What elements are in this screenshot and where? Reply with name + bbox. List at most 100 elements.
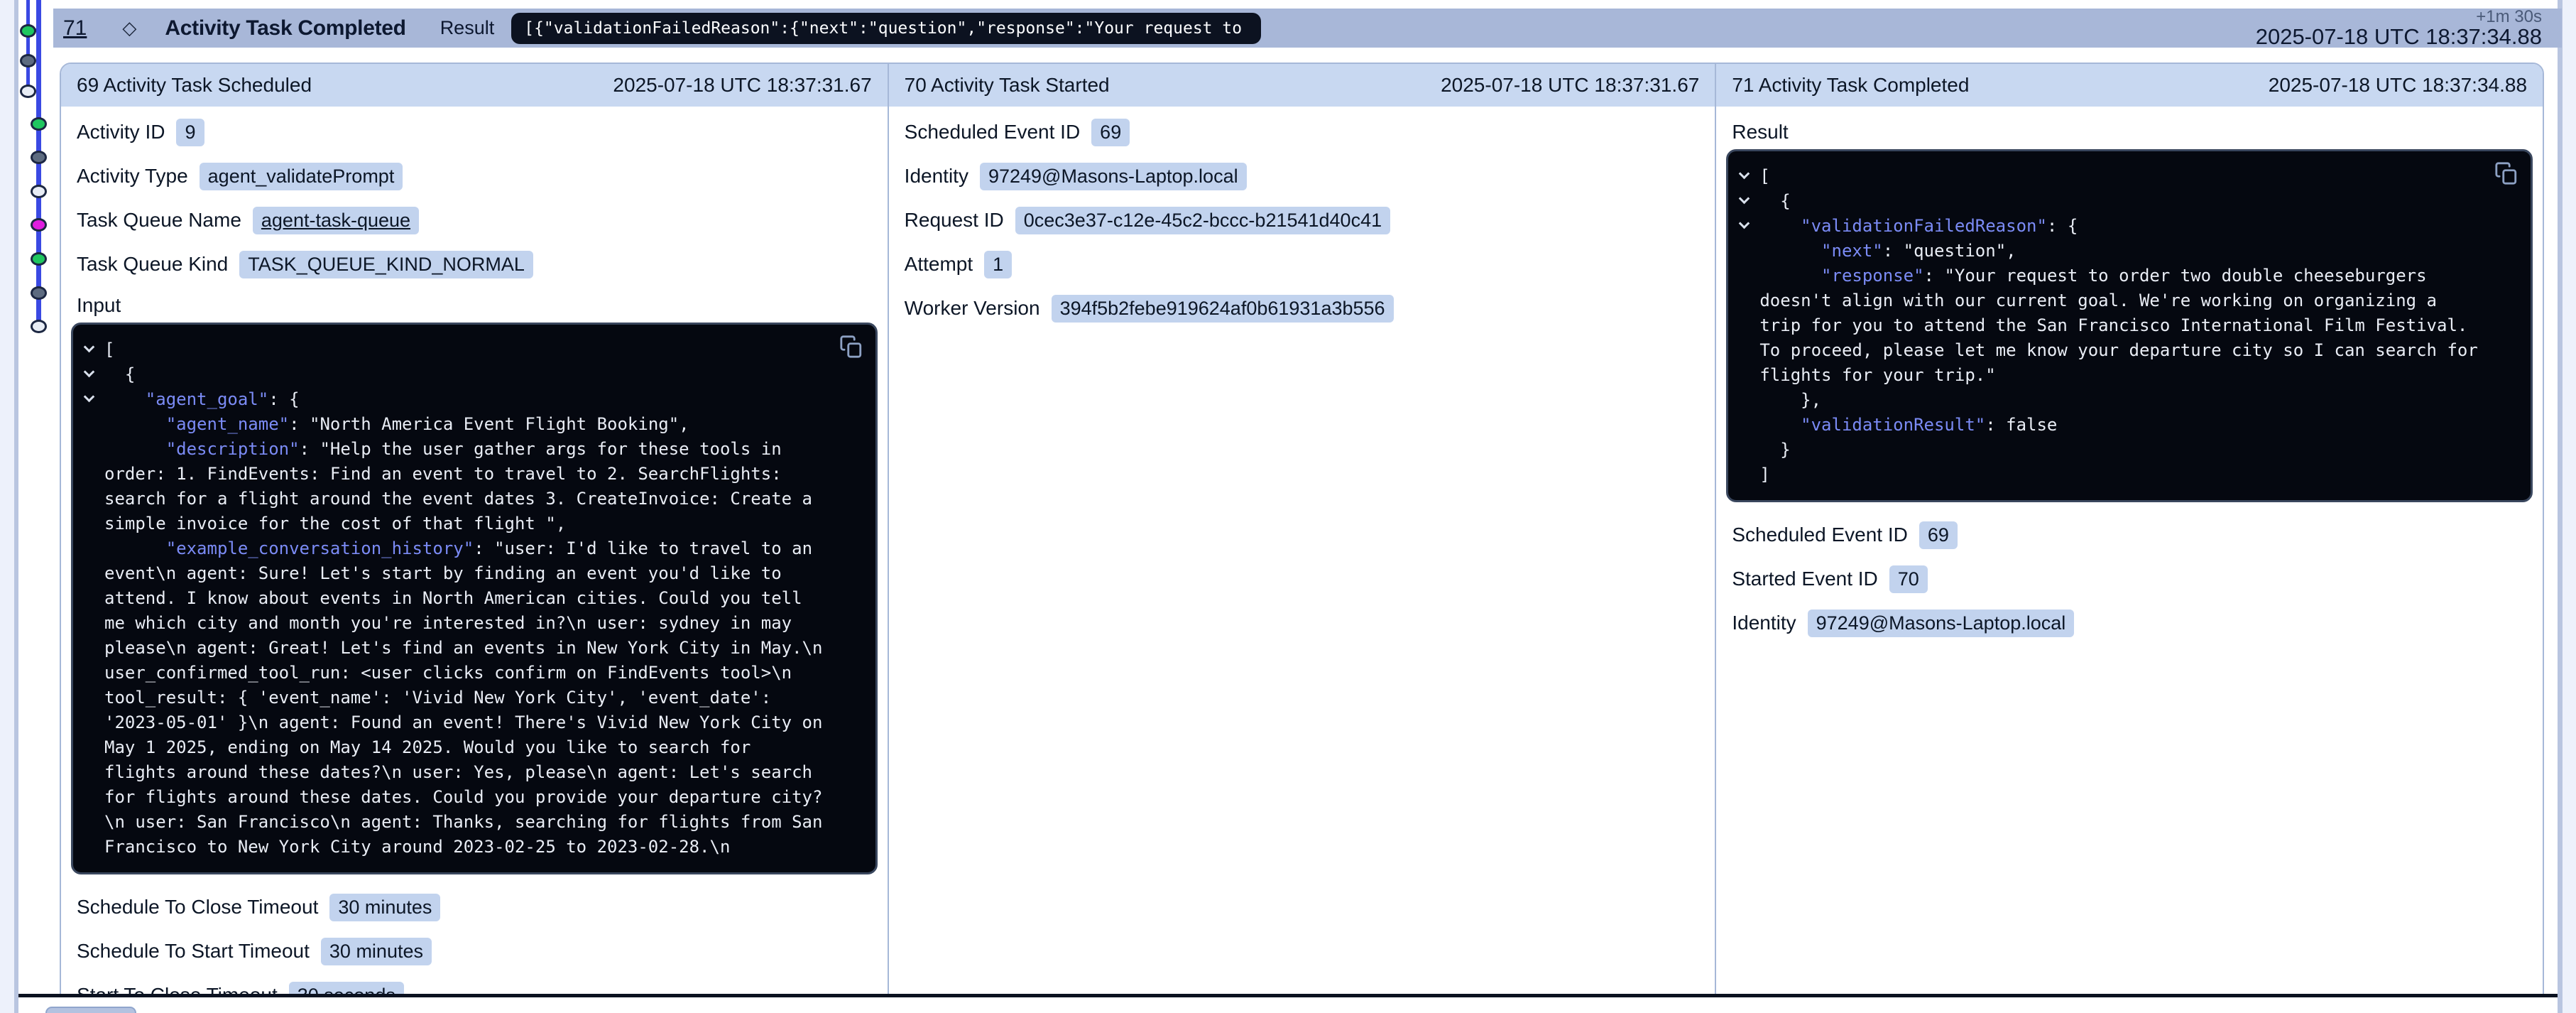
field-label: Activity Type [77, 165, 188, 188]
json-code: [ { "validationFailedReason": { "next": … [1735, 164, 2521, 487]
result-label: Result [1732, 121, 2527, 142]
field-row: Activity Type agent_validatePrompt [77, 162, 872, 190]
caret-gutter [80, 735, 104, 760]
field-value-badge: 1 [984, 251, 1012, 278]
caret-gutter [80, 611, 104, 636]
caret-gutter [80, 661, 104, 686]
page-left-margin [0, 0, 14, 1013]
caret-gutter [80, 511, 104, 536]
event-title: Activity Task Completed [165, 16, 405, 40]
field-value-badge: 30 minutes [329, 894, 440, 921]
field-row: Scheduled Event ID 69 [905, 118, 1700, 146]
panel-activity-task-scheduled: 69 Activity Task Scheduled 2025-07-18 UT… [61, 64, 888, 994]
completed-fields: Scheduled Event ID 69 Started Event ID 7… [1732, 521, 2527, 637]
panel-timestamp: 2025-07-18 UTC 18:37:34.88 [2269, 74, 2527, 97]
caret-gutter [80, 586, 104, 611]
field-label: Scheduled Event ID [1732, 524, 1908, 546]
event-row-71[interactable]: 71 ◇ Activity Task Completed Result [{"v… [53, 9, 2562, 48]
caret-gutter [80, 561, 104, 586]
timeline-dot-white[interactable] [31, 185, 47, 198]
caret-gutter [1735, 264, 1759, 288]
timeline-dot-gray[interactable] [31, 151, 47, 164]
result-preview-pill[interactable]: [{"validationFailedReason":{"next":"ques… [511, 13, 1261, 44]
caret-gutter [80, 785, 104, 810]
field-label: Scheduled Event ID [905, 121, 1081, 143]
panel-timestamp: 2025-07-18 UTC 18:37:31.67 [1441, 74, 1699, 97]
caret-gutter [1735, 288, 1759, 313]
field-label: Worker Version [905, 297, 1040, 320]
next-row-area [18, 997, 2558, 1013]
input-code-block: [ { "agent_goal": { "agent_name": "North… [71, 323, 878, 874]
panel-header: 70 Activity Task Started 2025-07-18 UTC … [889, 64, 1715, 107]
caret-gutter [80, 810, 104, 835]
caret-gutter [1735, 462, 1759, 487]
copy-icon[interactable] [839, 335, 864, 360]
panel-body: Activity ID 9 Activity Type agent_valida… [61, 107, 888, 995]
timeline-dot-gray[interactable] [31, 286, 47, 300]
panel-body: Scheduled Event ID 69 Identity 97249@Mas… [889, 107, 1715, 323]
timeline-dot-gray[interactable] [20, 54, 36, 67]
caret-gutter [80, 835, 104, 860]
collapse-caret-icon[interactable] [80, 337, 104, 362]
collapse-caret-icon[interactable] [1735, 164, 1759, 189]
timeline-dot-white[interactable] [20, 85, 36, 98]
caret-gutter [80, 462, 104, 487]
table-right-border [2558, 0, 2563, 1013]
field-label: Identity [1732, 612, 1796, 634]
field-value-badge[interactable]: agent-task-queue [253, 207, 419, 234]
field-value-badge: 9 [176, 119, 204, 146]
event-time-block: +1m 30s 2025-07-18 UTC 18:37:34.88 [2256, 8, 2542, 48]
caret-gutter [80, 437, 104, 462]
collapse-caret-icon[interactable] [80, 387, 104, 412]
caret-gutter [1735, 388, 1759, 413]
caret-gutter [1735, 438, 1759, 462]
field-row: Worker Version 394f5b2febe919624af0b6193… [905, 294, 1700, 323]
timeline-main-line [36, 0, 41, 331]
panel-header: 69 Activity Task Scheduled 2025-07-18 UT… [61, 64, 888, 107]
timeline-dot-white[interactable] [31, 320, 47, 333]
result-code-block: [ { "validationFailedReason": { "next": … [1726, 149, 2533, 502]
field-value-badge: 70 [1889, 565, 1928, 593]
field-row: Scheduled Event ID 69 [1732, 521, 2527, 549]
field-row: Task Queue Name agent-task-queue [77, 206, 872, 234]
caret-gutter [80, 710, 104, 735]
field-value-badge: 394f5b2febe919624af0b61931a3b556 [1052, 295, 1394, 323]
caret-gutter [80, 636, 104, 661]
field-value-badge: 30 minutes [321, 938, 432, 965]
panel-body: Result [ { "validationFailedReason": { "… [1716, 107, 2543, 637]
field-row: Identity 97249@Masons-Laptop.local [1732, 609, 2527, 637]
field-row: Identity 97249@Masons-Laptop.local [905, 162, 1700, 190]
panel-title: 70 Activity Task Started [905, 74, 1110, 97]
timeline-dot-green[interactable] [20, 24, 36, 38]
panel-timestamp: 2025-07-18 UTC 18:37:31.67 [613, 74, 871, 97]
timeout-fields: Schedule To Close Timeout 30 minutes Sch… [77, 893, 872, 995]
field-row: Schedule To Close Timeout 30 minutes [77, 893, 872, 921]
timeline-dot-green[interactable] [31, 117, 47, 131]
caret-gutter [80, 412, 104, 437]
caret-gutter [80, 487, 104, 511]
caret-gutter [1735, 313, 1759, 338]
collapse-caret-icon[interactable] [80, 362, 104, 387]
event-timestamp: 2025-07-18 UTC 18:37:34.88 [2256, 26, 2542, 48]
field-label: Request ID [905, 209, 1004, 232]
field-value-badge: agent_validatePrompt [200, 163, 403, 190]
field-row: Start To Close Timeout 30 seconds [77, 981, 872, 995]
copy-icon[interactable] [2494, 161, 2519, 187]
field-row: Task Queue Kind TASK_QUEUE_KIND_NORMAL [77, 250, 872, 278]
event-id-link[interactable]: 71 [63, 16, 87, 40]
caret-gutter [80, 536, 104, 561]
field-label: Started Event ID [1732, 568, 1877, 590]
field-label: Schedule To Close Timeout [77, 896, 318, 919]
collapse-caret-icon[interactable] [1735, 214, 1759, 239]
next-row-partial[interactable] [45, 1007, 136, 1013]
field-value-badge: 97249@Masons-Laptop.local [980, 163, 1247, 190]
result-label: Result [440, 17, 495, 39]
field-row: Activity ID 9 [77, 118, 872, 146]
field-value-badge: 97249@Masons-Laptop.local [1808, 610, 2075, 637]
field-label: Attempt [905, 253, 973, 276]
elapsed-time: +1m 30s [2256, 8, 2542, 26]
timeline-branch-line [26, 0, 30, 93]
collapse-caret-icon[interactable] [1735, 189, 1759, 214]
field-value-badge: 69 [1091, 119, 1130, 146]
timeline-dot-green[interactable] [31, 252, 47, 266]
